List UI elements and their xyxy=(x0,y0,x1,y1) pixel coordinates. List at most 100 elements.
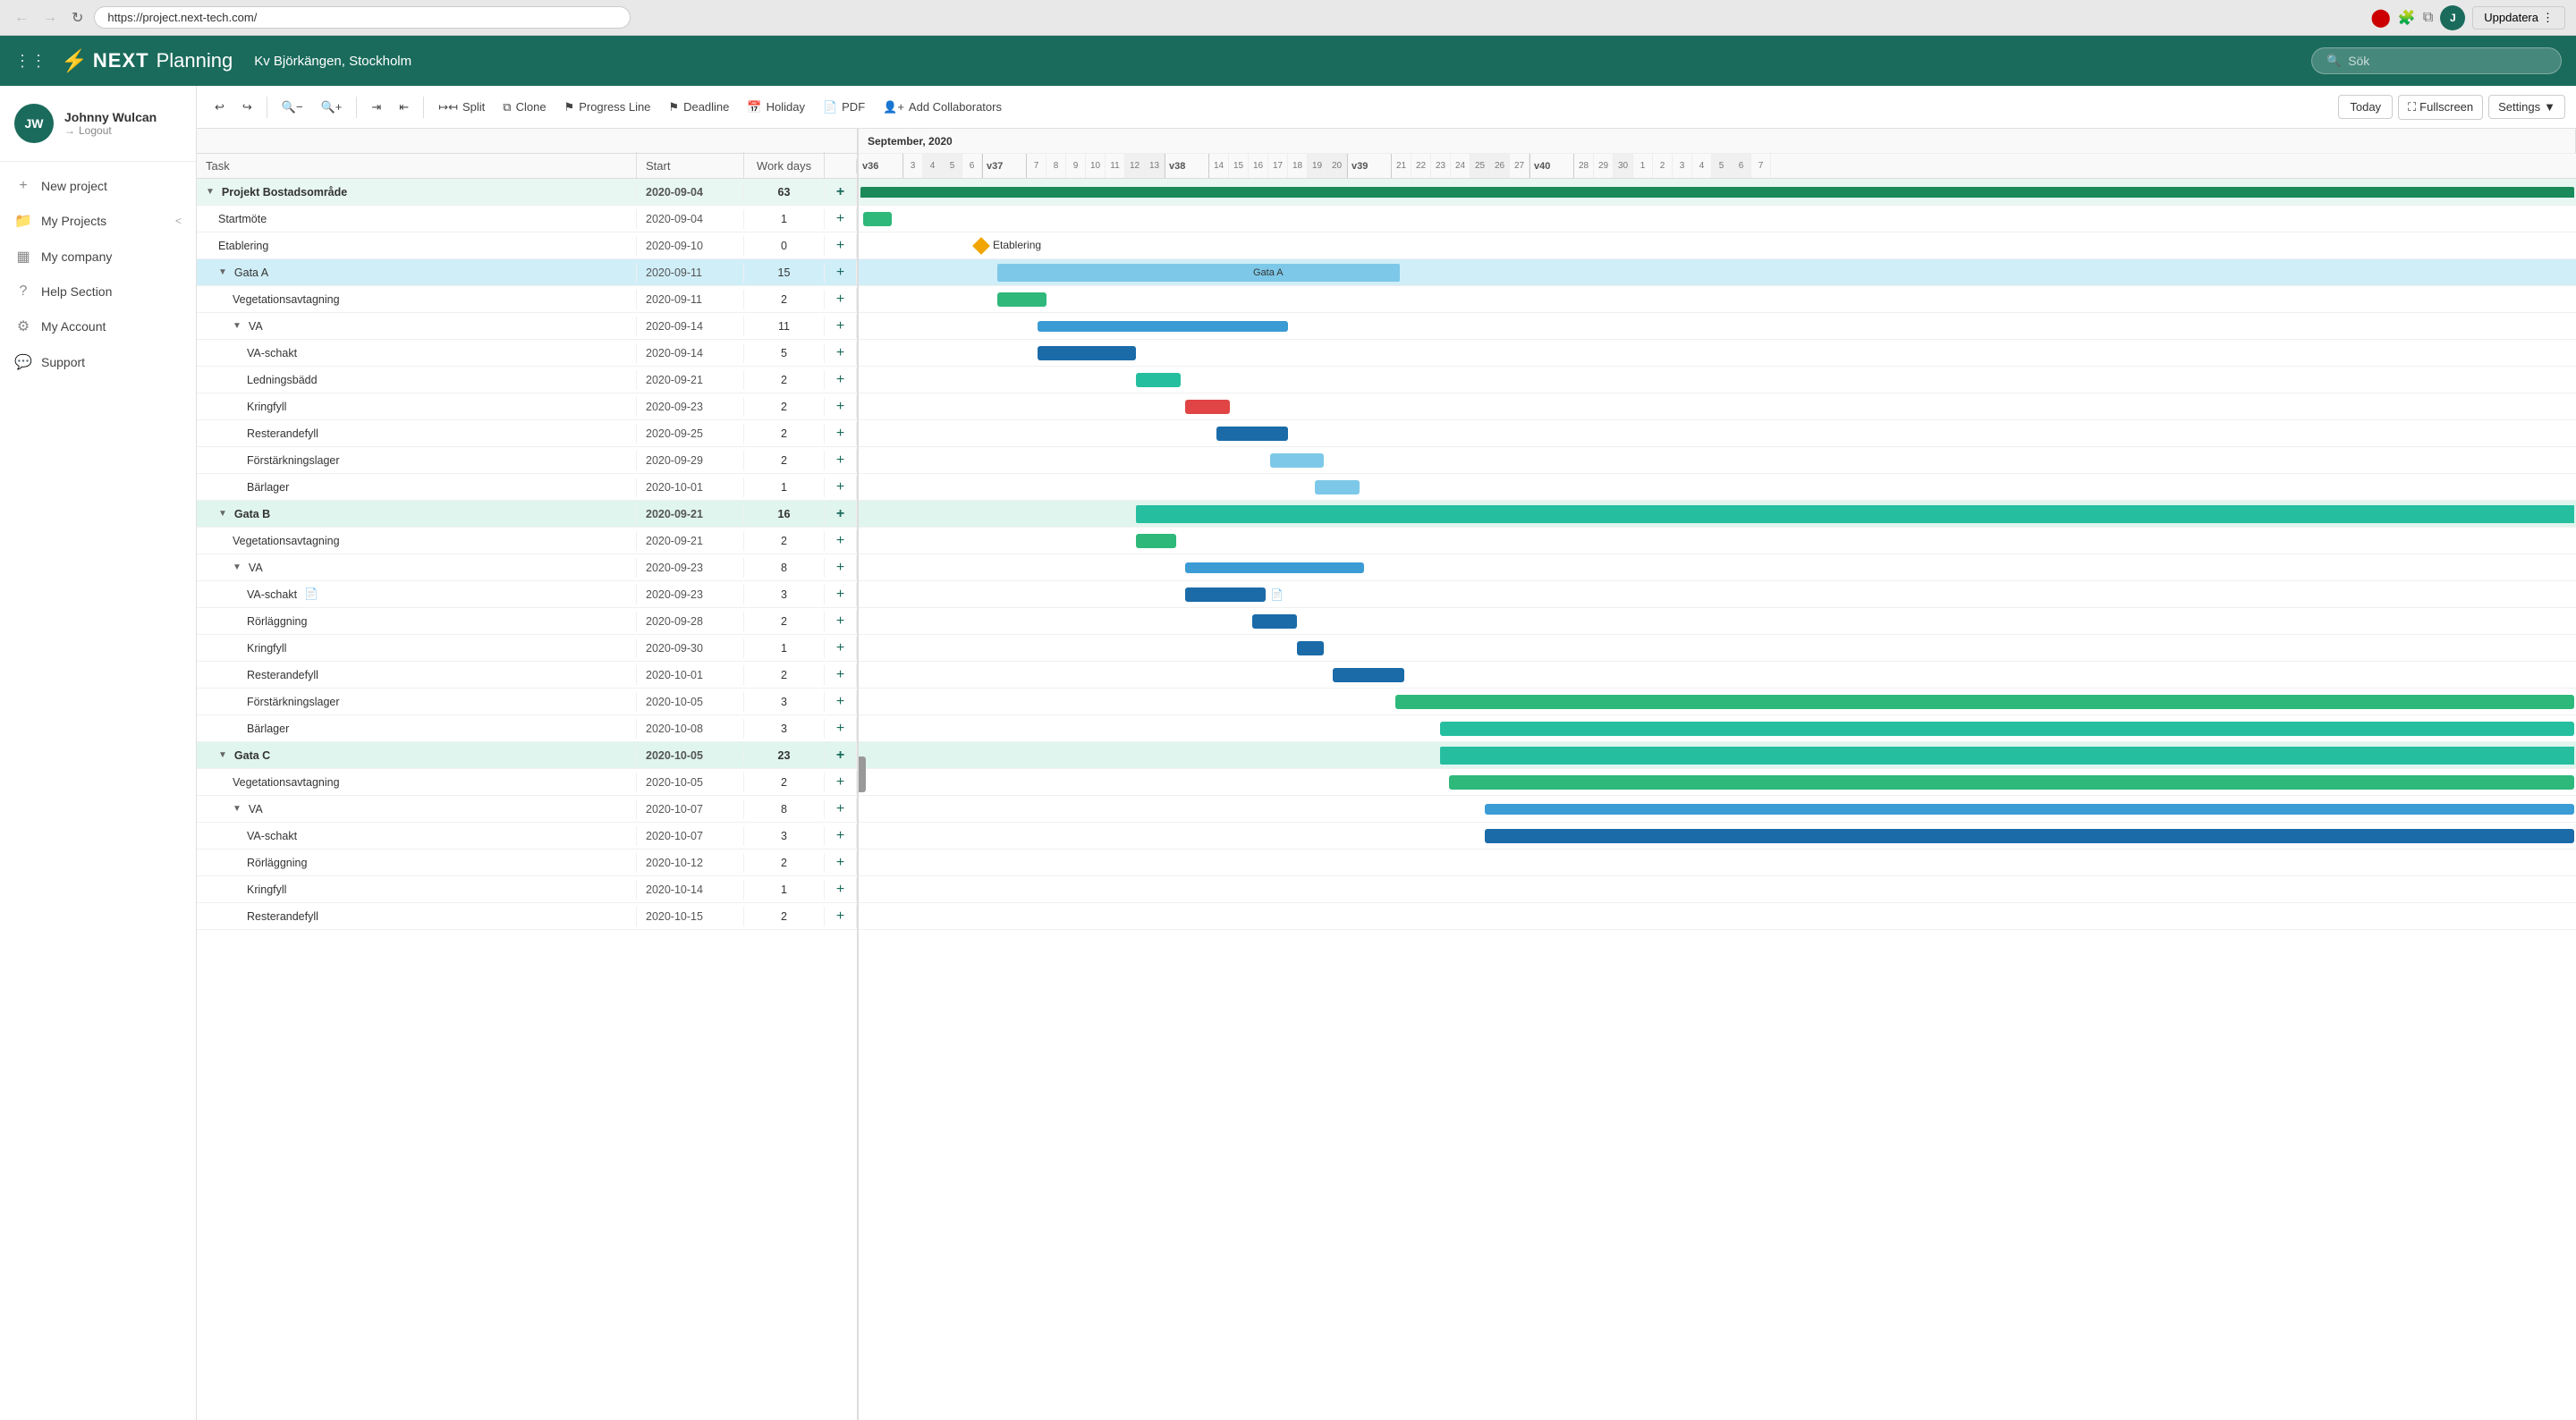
day-cell: 14 xyxy=(1209,154,1229,178)
day-cell: 30 xyxy=(1614,154,1633,178)
collapse-button[interactable]: ▼ xyxy=(233,562,242,572)
day-cell: 17 xyxy=(1268,154,1288,178)
add-task-button[interactable]: + xyxy=(825,503,857,526)
top-nav: ⋮⋮ ⚡ NEXT Planning Kv Björkängen, Stockh… xyxy=(0,36,2576,86)
add-task-button[interactable]: + xyxy=(825,583,857,606)
add-task-button[interactable]: + xyxy=(825,315,857,338)
browser-forward-button[interactable]: → xyxy=(39,6,61,30)
add-task-button[interactable]: + xyxy=(825,771,857,794)
add-task-button[interactable]: + xyxy=(825,690,857,714)
gantt-bar xyxy=(860,187,2574,198)
sidebar-item-support[interactable]: 💬 Support xyxy=(0,344,196,380)
arrow-left-button[interactable]: ⇤ xyxy=(392,96,416,119)
fullscreen-button[interactable]: ⛶ Fullscreen xyxy=(2398,95,2483,120)
grid-menu-icon[interactable]: ⋮⋮ xyxy=(14,52,47,71)
table-row: ▼ Gata C 2020-10-05 23 + xyxy=(197,742,857,769)
day-cell: 21 xyxy=(1392,154,1411,178)
zoom-in-button[interactable]: 🔍+ xyxy=(314,96,350,119)
browser-chrome: ← → ↻ ⬤ 🧩 ⧉ J Uppdatera ⋮ xyxy=(0,0,2576,36)
add-task-button[interactable]: + xyxy=(825,637,857,660)
add-task-button[interactable]: + xyxy=(825,288,857,311)
table-row: Vegetationsavtagning 2020-09-11 2 + xyxy=(197,286,857,313)
undo-button[interactable]: ↩ xyxy=(208,96,232,119)
collapse-button[interactable]: ▼ xyxy=(233,321,242,331)
timeline-month-row: September, 2020 xyxy=(859,129,2576,154)
sidebar-item-my-projects[interactable]: 📁 My Projects < xyxy=(0,203,196,239)
clone-button[interactable]: ⧉ Clone xyxy=(496,96,553,119)
add-task-button[interactable]: + xyxy=(825,422,857,445)
logout-button[interactable]: → Logout xyxy=(64,124,157,137)
day-cell: 19 xyxy=(1308,154,1327,178)
split-button[interactable]: ↦↤ Split xyxy=(431,96,492,119)
add-task-button[interactable]: + xyxy=(825,717,857,740)
add-task-button[interactable]: + xyxy=(825,181,857,204)
table-row: Bärlager 2020-10-01 1 + xyxy=(197,474,857,501)
add-task-button[interactable]: + xyxy=(825,610,857,633)
toolbar-right: Today ⛶ Fullscreen Settings ▼ xyxy=(2338,95,2565,120)
sidebar-item-my-account[interactable]: ⚙ My Account xyxy=(0,309,196,344)
puzzle-icon[interactable]: 🧩 xyxy=(2398,9,2416,27)
gantt-bar xyxy=(1440,747,2574,765)
gantt-row: Kringfyll xyxy=(859,393,2576,420)
day-cell: 16 xyxy=(1249,154,1268,178)
day-cell: 24 xyxy=(1451,154,1470,178)
collapse-button[interactable]: ▼ xyxy=(218,267,227,277)
day-cell: 5 xyxy=(1712,154,1732,178)
add-task-button[interactable]: + xyxy=(825,744,857,767)
add-task-button[interactable]: + xyxy=(825,476,857,499)
add-task-button[interactable]: + xyxy=(825,342,857,365)
arrow-right-button[interactable]: ⇥ xyxy=(364,96,388,119)
pdf-button[interactable]: 📄 PDF xyxy=(816,96,872,119)
table-row: VA-schakt 2020-09-14 5 + xyxy=(197,340,857,367)
add-task-button[interactable]: + xyxy=(825,449,857,472)
day-cell: 7 xyxy=(1751,154,1771,178)
split-view-icon[interactable]: ⧉ xyxy=(2423,10,2433,26)
week-label-v38: v38 xyxy=(1165,154,1209,178)
add-task-button[interactable]: + xyxy=(825,529,857,553)
collapse-timeline-button[interactable]: ‹ xyxy=(859,756,866,792)
add-task-button[interactable]: + xyxy=(825,851,857,875)
browser-user-avatar: J xyxy=(2440,5,2465,30)
search-input[interactable] xyxy=(2348,54,2546,68)
add-task-button[interactable]: + xyxy=(825,395,857,418)
timeline: September, 2020 v36 3 4 5 6 xyxy=(859,129,2576,1420)
app-logo[interactable]: ⚡ NEXT Planning xyxy=(61,48,233,74)
today-button[interactable]: Today xyxy=(2338,95,2393,119)
add-task-button[interactable]: + xyxy=(825,905,857,928)
add-task-button[interactable]: + xyxy=(825,824,857,848)
collapse-button[interactable]: ▼ xyxy=(218,750,227,760)
deadline-button[interactable]: ⚑ Deadline xyxy=(661,96,736,119)
holiday-button[interactable]: 📅 Holiday xyxy=(740,96,812,119)
table-row: Rörläggning 2020-09-28 2 + xyxy=(197,608,857,635)
browser-update-button[interactable]: Uppdatera ⋮ xyxy=(2472,6,2565,30)
add-task-button[interactable]: + xyxy=(825,207,857,231)
add-task-button[interactable]: + xyxy=(825,878,857,901)
collapse-button[interactable]: ▼ xyxy=(233,804,242,814)
zoom-out-button[interactable]: 🔍− xyxy=(275,96,310,119)
add-collaborators-button[interactable]: 👤+ Add Collaborators xyxy=(876,96,1009,119)
gantt-bar: Kringfyll xyxy=(1297,641,1324,655)
browser-url-bar[interactable] xyxy=(94,6,631,29)
add-task-button[interactable]: + xyxy=(825,261,857,284)
collapse-button[interactable]: ▼ xyxy=(206,187,215,197)
gantt-row xyxy=(859,179,2576,206)
sidebar-item-help-section[interactable]: ? Help Section xyxy=(0,275,196,309)
progress-line-button[interactable]: ⚑ Progress Line xyxy=(557,96,658,119)
add-task-button[interactable]: + xyxy=(825,798,857,821)
browser-refresh-button[interactable]: ↻ xyxy=(68,5,87,30)
day-cell: 15 xyxy=(1229,154,1249,178)
add-task-button[interactable]: + xyxy=(825,664,857,687)
redo-button[interactable]: ↪ xyxy=(235,96,259,119)
add-task-button[interactable]: + xyxy=(825,556,857,579)
sidebar-item-new-project[interactable]: + New project xyxy=(0,169,196,203)
sidebar-item-my-company[interactable]: ▦ My company xyxy=(0,239,196,275)
week-label-v39: v39 xyxy=(1347,154,1392,178)
browser-back-button[interactable]: ← xyxy=(11,6,32,30)
search-box[interactable]: 🔍 xyxy=(2311,47,2562,74)
collapse-button[interactable]: ▼ xyxy=(218,509,227,519)
add-task-button[interactable]: + xyxy=(825,368,857,392)
settings-button[interactable]: Settings ▼ xyxy=(2488,95,2565,119)
add-task-button[interactable]: + xyxy=(825,234,857,258)
gantt-bar xyxy=(1449,775,2574,790)
table-row: Bärlager 2020-10-08 3 + xyxy=(197,715,857,742)
